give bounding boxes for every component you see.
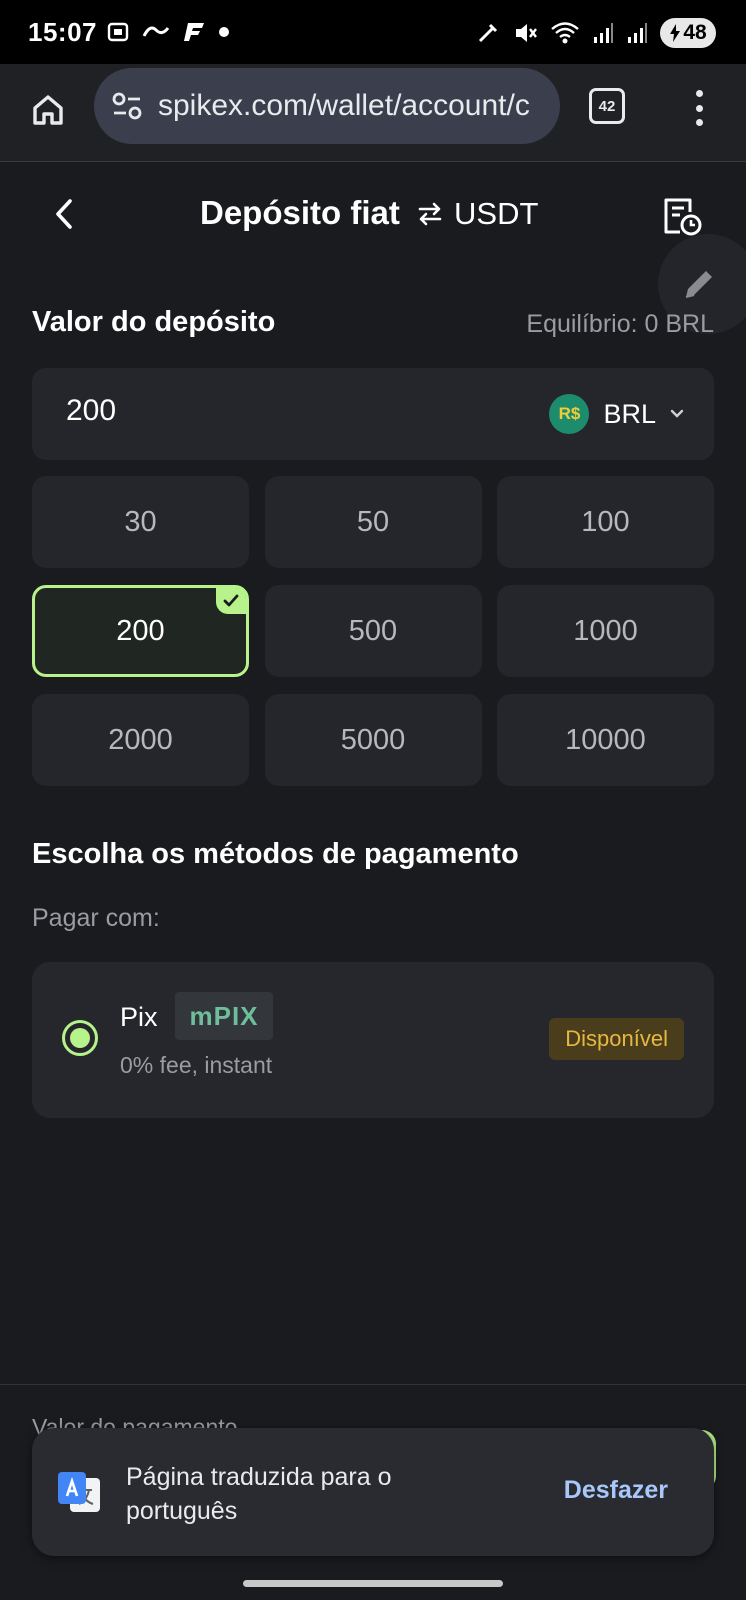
swap-currency-button[interactable]: USDT: [416, 196, 538, 232]
gesture-home-indicator[interactable]: [243, 1580, 503, 1587]
footer-divider: [0, 1384, 746, 1385]
wifi-icon: [551, 22, 579, 44]
dot-icon: [219, 27, 229, 37]
page-title: Depósito fiat: [200, 194, 400, 231]
system-icons: 48: [476, 18, 716, 48]
brl-currency-icon: R$: [549, 394, 590, 434]
preset-value: 100: [581, 505, 630, 538]
payment-methods-title: Escolha os métodos de pagamento: [32, 838, 519, 870]
currency-label: BRL: [603, 398, 656, 429]
site-settings-icon[interactable]: [110, 89, 144, 123]
mute-icon: [516, 24, 537, 42]
translate-toast: Página traduzida para o português Desfaz…: [32, 1428, 714, 1556]
pix-logo: mPIX: [175, 992, 273, 1040]
toast-message: Página traduzida para o português: [126, 1463, 392, 1525]
pay-with-label: Pagar com:: [32, 904, 160, 932]
preset-chip[interactable]: 10000: [497, 694, 714, 786]
home-button[interactable]: [26, 88, 70, 132]
home-icon: [33, 95, 63, 125]
preset-value: 200: [116, 614, 165, 647]
tab-switcher-button[interactable]: 42: [589, 88, 625, 124]
radio-dot: [70, 1028, 90, 1048]
preset-chip[interactable]: 100: [497, 476, 714, 568]
preset-chip[interactable]: 50: [264, 476, 482, 568]
address-bar[interactable]: spikex.com/wallet/account/c: [94, 68, 560, 144]
signal-icon-2: [628, 23, 647, 43]
preset-value: 50: [356, 505, 390, 538]
data-saver-icon: [478, 23, 498, 43]
deposit-value-title: Valor do depósito: [32, 306, 276, 338]
back-button[interactable]: [44, 194, 84, 234]
payment-method-pix[interactable]: Pix mPIX 0% fee, instant Disponível: [32, 962, 714, 1118]
status-time: 15:07: [28, 17, 97, 47]
battery-indicator: 48: [660, 18, 716, 48]
preset-chip[interactable]: 2000: [32, 694, 249, 786]
swap-arrows-icon: [418, 202, 442, 226]
app-notification-icon: [142, 26, 170, 37]
method-description: 0% fee, instant: [120, 1052, 273, 1078]
preset-value: 1000: [573, 614, 638, 647]
preset-amounts-grid: 30 50 100 200 500 1000 2000 5000 10000: [32, 476, 714, 786]
pencil-icon: [685, 271, 712, 298]
charging-icon: [670, 24, 681, 42]
currency-selector[interactable]: R$ BRL: [549, 390, 684, 438]
preset-value: 2000: [108, 723, 173, 756]
preset-value: 30: [124, 505, 157, 538]
preset-chip[interactable]: 5000: [264, 694, 482, 786]
balance-text: Equilíbrio: 0 BRL: [526, 310, 714, 338]
preset-value: 5000: [340, 723, 406, 756]
check-badge: [216, 588, 246, 614]
amount-field: R$ BRL: [32, 368, 714, 460]
url-text: spikex.com/wallet/account/c: [158, 89, 530, 122]
preset-value: 10000: [565, 723, 646, 756]
screenshot-icon: [107, 22, 129, 42]
notification-icons: [106, 20, 230, 44]
chevron-down-icon: [670, 409, 684, 418]
preset-chip[interactable]: 500: [264, 585, 482, 677]
method-radio-selected[interactable]: [62, 1020, 98, 1056]
amount-input[interactable]: [66, 394, 366, 428]
check-icon: [223, 594, 239, 607]
status-bar: 15:07 48: [0, 0, 746, 64]
browser-toolbar: spikex.com/wallet/account/c 42: [0, 64, 746, 162]
undo-translation-button[interactable]: Desfazer: [564, 1476, 668, 1505]
preset-chip[interactable]: 30: [32, 476, 249, 568]
order-history-button[interactable]: [660, 194, 706, 240]
browser-menu-button[interactable]: [684, 88, 714, 128]
menu-dot-icon: [695, 119, 703, 126]
chevron-left-icon: [56, 199, 72, 229]
swap-target-label: USDT: [454, 196, 539, 231]
preset-chip[interactable]: 1000: [497, 585, 714, 677]
method-name: Pix: [120, 1002, 158, 1032]
preset-chip-selected[interactable]: 200: [32, 585, 249, 677]
preset-value: 500: [348, 614, 398, 647]
order-history-icon: [664, 198, 702, 236]
menu-dot-icon: [695, 90, 703, 97]
signal-icon: [594, 23, 613, 43]
battery-level: 48: [683, 21, 707, 44]
app-f-icon: [184, 23, 204, 41]
menu-dot-icon: [695, 104, 703, 112]
status-badge: Disponível: [549, 1018, 684, 1060]
google-translate-icon: [58, 1472, 100, 1512]
